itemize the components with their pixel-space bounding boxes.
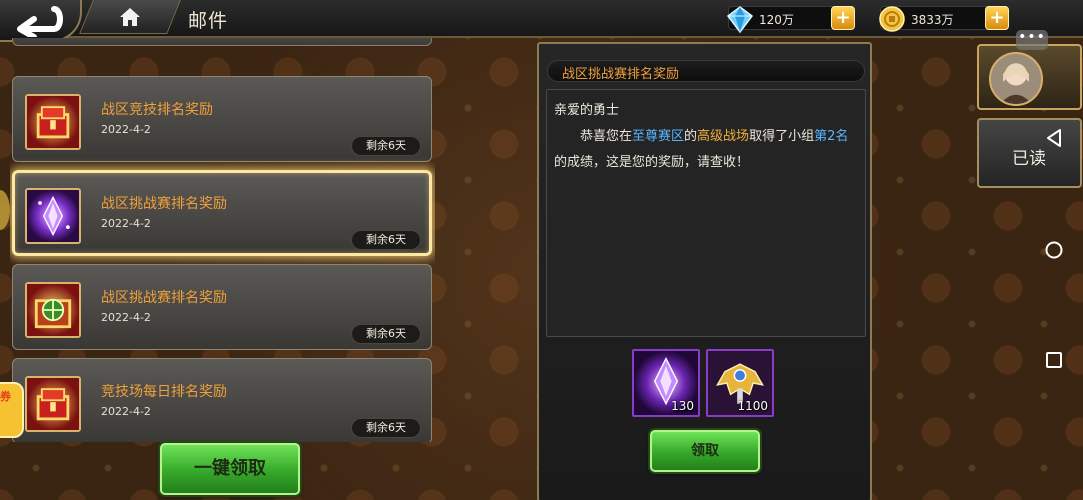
- page-title: 邮件: [188, 10, 229, 32]
- mail-title: 战区挑战赛排名奖励: [101, 290, 227, 306]
- mail-title: 战区挑战赛排名奖励: [101, 196, 227, 212]
- gold-counter: 3833万 +: [879, 6, 1009, 32]
- mail-body: 亲爱的勇士 恭喜您在至尊赛区的高级战场取得了小组第2名的成绩，这是您的奖励，请查…: [546, 89, 866, 337]
- detail-header: 战区挑战赛排名奖励: [547, 60, 865, 82]
- claim-all-button[interactable]: 一键领取: [160, 443, 300, 495]
- red-gold-chest-icon: [25, 94, 81, 150]
- add-diamond-button[interactable]: +: [831, 6, 855, 30]
- mail-title: 战区竞技排名奖励: [101, 102, 213, 118]
- reward-item[interactable]: 130: [632, 349, 700, 417]
- mail-title: 竞技场每日排名奖励: [101, 384, 227, 400]
- mail-remaining-badge: 剩余6天: [351, 418, 421, 438]
- green-target-chest-icon: [25, 282, 81, 338]
- reward-item[interactable]: 1100: [706, 349, 774, 417]
- back-arrow-icon: [17, 6, 63, 37]
- message-text: 的: [684, 129, 698, 144]
- gold-amount: 3833万: [911, 13, 954, 27]
- claim-button[interactable]: 领取: [650, 430, 760, 472]
- rank-text: 第2名: [814, 129, 849, 144]
- mail-item[interactable]: 战区挑战赛排名奖励 2022-4-2 剩余6天: [12, 170, 432, 256]
- mail-list[interactable]: 战区竞技排名奖励 2022-4-2 剩余6天 战区挑战赛排名奖励 2022-4-…: [10, 38, 435, 442]
- mail-message: 恭喜您在至尊赛区的高级战场取得了小组第2名的成绩，这是您的奖励，请查收！: [554, 124, 858, 176]
- mail-date: 2022-4-2: [101, 217, 151, 230]
- home-button[interactable]: [79, 0, 181, 34]
- back-button[interactable]: [0, 0, 82, 42]
- system-nav-bar: [1033, 100, 1083, 400]
- purple-crystal-icon: [25, 188, 81, 244]
- message-text: 取得了小组: [749, 129, 815, 144]
- mail-item-partial[interactable]: [12, 38, 432, 46]
- mail-date: 2022-4-2: [101, 405, 151, 418]
- red-gold-chest-icon: [25, 376, 81, 432]
- diamond-amount: 120万: [759, 13, 794, 27]
- nav-back-icon[interactable]: [1044, 128, 1064, 148]
- add-gold-button[interactable]: +: [985, 6, 1009, 30]
- nav-recents-icon[interactable]: [1044, 350, 1064, 370]
- detail-title: 战区挑战赛排名奖励: [562, 67, 680, 82]
- diamond-counter: 120万 +: [726, 6, 855, 34]
- coupon-button[interactable]: 券: [0, 382, 24, 438]
- reward-count: 130: [671, 399, 694, 413]
- side-event-icon[interactable]: [0, 190, 10, 230]
- avatar: [989, 52, 1043, 106]
- mail-item[interactable]: 竞技场每日排名奖励 2022-4-2 剩余6天: [12, 358, 432, 442]
- coupon-label: 券: [0, 390, 11, 403]
- mail-remaining-badge: 剩余6天: [351, 324, 421, 344]
- top-bar: 邮件 120万 + 3833万 +: [0, 0, 1083, 42]
- mail-date: 2022-4-2: [101, 311, 151, 324]
- diamond-icon: [726, 6, 754, 34]
- message-text: 恭喜您在: [580, 129, 633, 144]
- nav-home-icon[interactable]: [1044, 240, 1064, 260]
- mail-remaining-badge: 剩余6天: [351, 136, 421, 156]
- mail-date: 2022-4-2: [101, 123, 151, 136]
- zone-name: 至尊赛区: [632, 129, 685, 144]
- mail-remaining-badge: 剩余6天: [351, 230, 421, 250]
- arena-name: 高级战场: [697, 129, 750, 144]
- mail-item[interactable]: 战区挑战赛排名奖励 2022-4-2 剩余6天: [12, 264, 432, 350]
- gold-coin-icon: [879, 6, 905, 32]
- home-icon: [120, 7, 141, 26]
- reward-count: 1100: [737, 399, 768, 413]
- mail-greeting: 亲爱的勇士: [554, 103, 620, 118]
- mail-item[interactable]: 战区竞技排名奖励 2022-4-2 剩余6天: [12, 76, 432, 162]
- message-text: 的成绩，这是您的奖励，请查收！: [554, 155, 750, 170]
- more-options-button[interactable]: •••: [1016, 30, 1048, 50]
